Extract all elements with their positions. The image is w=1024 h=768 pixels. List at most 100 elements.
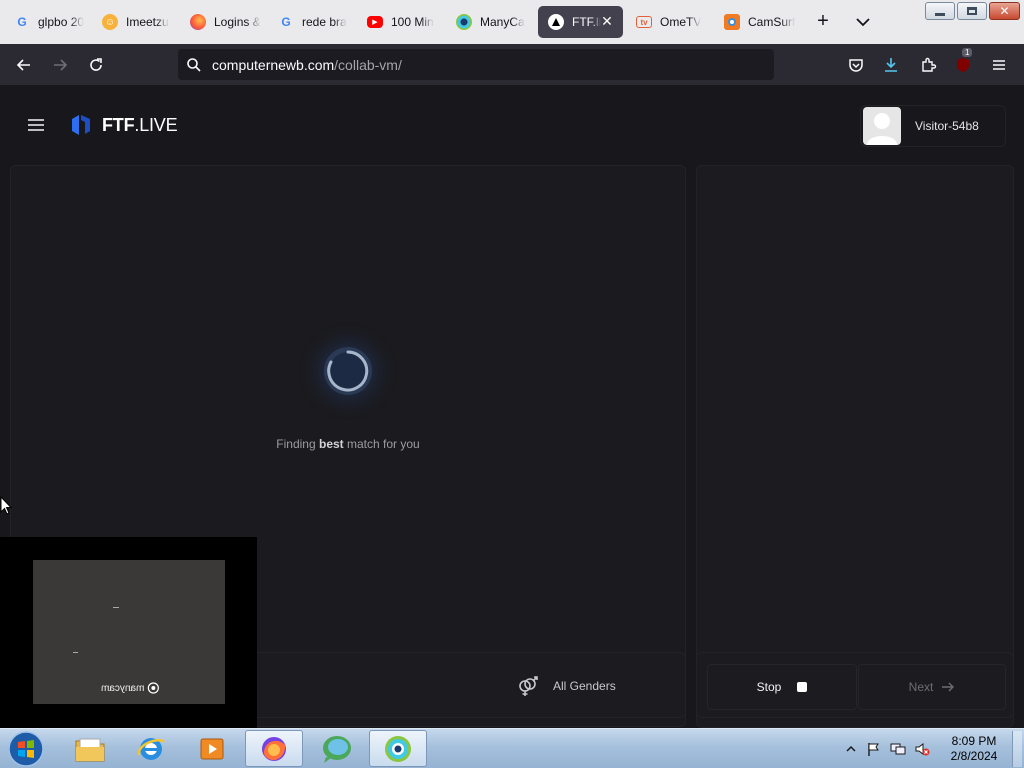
taskbar-firefox[interactable]: [245, 730, 303, 767]
tab-imeetzu[interactable]: ☺ Imeetzu: [92, 6, 176, 38]
site-menu-button[interactable]: [26, 117, 46, 138]
manycam-icon: [147, 682, 159, 694]
system-clock[interactable]: 8:09 PM 2/8/2024: [942, 734, 1006, 764]
extension-badge: 1: [962, 48, 973, 57]
tab-label: ManyCa: [480, 15, 525, 29]
tab-label: 100 Min: [391, 15, 434, 29]
hamburger-icon: [28, 119, 44, 131]
back-button[interactable]: [11, 52, 37, 78]
mouse-cursor-icon: [0, 496, 12, 515]
youtube-icon: ▶: [367, 16, 383, 28]
next-button[interactable]: Next: [858, 664, 1006, 710]
network-tray[interactable]: [890, 741, 906, 757]
chat-controls: Stop Next: [696, 652, 1014, 718]
site-header: FTF.LIVE Visitor-54b8: [0, 85, 1024, 165]
tab-camsurf[interactable]: CamSurf: [714, 6, 798, 38]
arrow-right-icon: [942, 682, 955, 692]
tab-ftf-live[interactable]: FTF.li ✕: [538, 6, 623, 38]
minimize-window-button[interactable]: [925, 2, 955, 20]
internet-explorer-icon: [137, 737, 166, 760]
gender-filter-label: All Genders: [553, 679, 616, 693]
puzzle-icon: [922, 57, 937, 72]
reload-button[interactable]: [83, 52, 109, 78]
extensions-button[interactable]: [915, 52, 941, 78]
tab-glpbo[interactable]: G glpbo 20: [4, 6, 88, 38]
taskbar-internet-explorer[interactable]: [122, 730, 180, 767]
reload-icon: [90, 58, 102, 71]
spinner-icon: [327, 350, 369, 392]
user-icon: [867, 113, 897, 145]
clock-time: 8:09 PM: [951, 734, 997, 748]
maximize-window-button[interactable]: [957, 2, 987, 20]
tab-label: Imeetzu: [126, 15, 169, 29]
navigation-toolbar: computernewb.com/collab-vm/ 1: [0, 44, 1024, 85]
ublock-extension-button[interactable]: 1: [950, 48, 976, 78]
action-center-flag[interactable]: [866, 741, 882, 757]
volume-muted-icon: [915, 743, 930, 756]
arrow-left-icon: [16, 59, 30, 71]
network-icon: [890, 743, 906, 755]
tab-label: FTF.li: [572, 15, 602, 29]
visitor-name: Visitor-54b8: [915, 119, 979, 133]
ftf-logo-icon: [72, 115, 90, 135]
show-hidden-icons-button[interactable]: [843, 741, 859, 757]
manycam-icon: [385, 735, 411, 762]
windows-start-icon: [8, 731, 44, 767]
tab-label: OmeTV: [660, 15, 702, 29]
flag-icon: [868, 743, 879, 756]
taskbar-explorer[interactable]: [61, 730, 119, 767]
manycam-icon: [456, 14, 472, 30]
camera-feed: manycam: [33, 560, 225, 704]
loading-spinner: [324, 347, 372, 395]
taskbar-media-player[interactable]: [183, 730, 241, 767]
avatar: [863, 107, 901, 145]
show-desktop-button[interactable]: [1012, 731, 1022, 767]
new-tab-button[interactable]: +: [812, 11, 834, 33]
volume-tray[interactable]: [914, 741, 930, 757]
taskbar-chat-app[interactable]: [308, 730, 366, 767]
ublock-shield-icon: [957, 58, 969, 72]
status-text: Finding best match for you: [276, 437, 420, 451]
tab-youtube[interactable]: ▶ 100 Min: [357, 6, 441, 38]
manycam-watermark: manycam: [101, 682, 159, 694]
clock-date: 2/8/2024: [950, 749, 998, 763]
downloads-button[interactable]: [878, 52, 904, 78]
chat-bubble-icon: [323, 735, 351, 763]
stop-button[interactable]: Stop: [707, 664, 857, 710]
pocket-button[interactable]: [843, 52, 869, 78]
close-window-button[interactable]: ✕: [989, 2, 1020, 20]
forward-button[interactable]: [47, 52, 73, 78]
chevron-up-icon: [846, 745, 856, 752]
start-button[interactable]: [4, 729, 48, 768]
visitor-profile[interactable]: Visitor-54b8: [860, 105, 1006, 147]
download-icon: [885, 58, 897, 72]
tab-rede[interactable]: G rede bra: [268, 6, 352, 38]
tab-label: Logins &: [214, 15, 261, 29]
chat-panel: [696, 165, 1014, 728]
gender-filter[interactable]: All Genders: [517, 675, 616, 697]
self-video-preview: manycam: [0, 537, 257, 728]
tab-logins[interactable]: Logins &: [180, 6, 264, 38]
gender-icon: [519, 676, 538, 696]
close-tab-icon[interactable]: ✕: [599, 13, 615, 29]
url-text: computernewb.com/collab-vm/: [212, 56, 402, 73]
tab-label: rede bra: [302, 15, 347, 29]
next-label: Next: [908, 680, 934, 694]
tab-label: glpbo 20: [38, 15, 85, 29]
folder-icon: [75, 738, 105, 761]
stop-label: Stop: [756, 680, 782, 694]
app-menu-button[interactable]: [986, 52, 1012, 78]
taskbar-manycam[interactable]: [369, 730, 427, 767]
firefox-icon: [190, 14, 206, 30]
ometv-icon: tv: [636, 16, 652, 28]
site-logo[interactable]: FTF.LIVE: [70, 113, 178, 137]
firefox-icon: [262, 736, 286, 761]
google-icon: G: [281, 15, 291, 29]
google-icon: G: [17, 15, 27, 29]
tab-ometv[interactable]: tv OmeTV: [626, 6, 710, 38]
address-bar[interactable]: computernewb.com/collab-vm/: [178, 49, 774, 80]
ftf-icon: [548, 14, 564, 30]
tab-manycam[interactable]: ManyCa: [446, 6, 530, 38]
list-all-tabs-button[interactable]: [852, 11, 874, 33]
taskbar: 8:09 PM 2/8/2024: [0, 728, 1024, 768]
